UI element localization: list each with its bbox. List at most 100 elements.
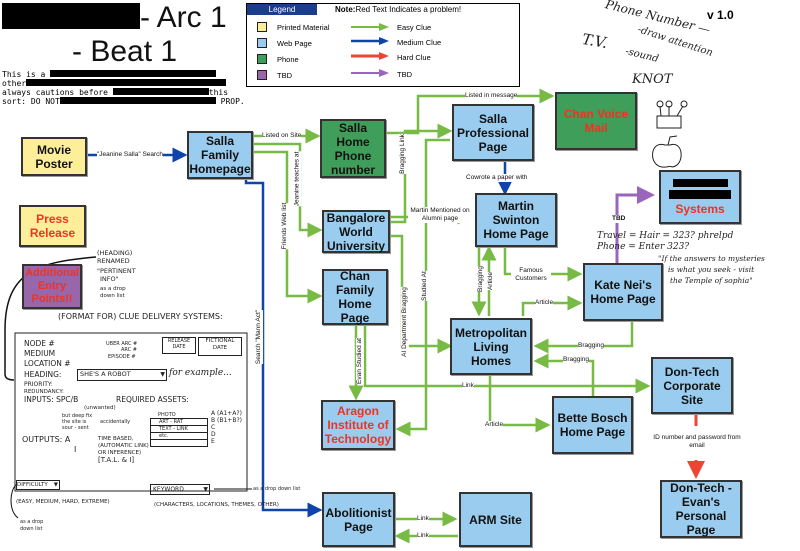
form-difficulty-note-2: down list	[20, 526, 43, 532]
label-search-mann-act: Search "Mann Act"	[255, 309, 264, 365]
form-episode: EPISODE #	[108, 354, 136, 360]
label-bragging-link: Bragging Link	[398, 134, 407, 174]
form-assets-table: PHOTO ART - RAT TEXT - LINK etc.	[150, 412, 208, 447]
note-heading-6: down list	[100, 293, 125, 299]
edge-metro-bette	[488, 375, 551, 433]
asset-letter: C	[211, 424, 216, 431]
asset-letter: B (B1+B?)	[211, 417, 242, 424]
asset-row: ART - RAT	[150, 418, 208, 426]
redacted-systems-2	[669, 189, 731, 199]
label-link-to-abolitionist: Link	[417, 532, 429, 540]
form-outputs: OUTPUTS: A	[22, 435, 71, 444]
note-kate-4: is what you seek - visit	[668, 265, 755, 274]
node-movie-poster[interactable]: Movie Poster	[21, 137, 87, 176]
node-bette-bosch[interactable]: Bette Bosch Home Page	[552, 396, 633, 454]
dropdown-arrow-icon: ▼	[53, 482, 58, 488]
form-keyword-note: as a drop down list	[253, 486, 301, 492]
note-heading-3: "PERTINENT	[97, 267, 136, 275]
form-inputs: INPUTS: SPC/B	[24, 395, 79, 404]
edge-alumni-professional	[424, 138, 450, 345]
time-based-line: [T.A.L. & I]	[98, 456, 135, 464]
label-jeanine-search: "Jeanine Salla" Search	[97, 151, 164, 159]
node-bangalore[interactable]: Bangalore World University	[322, 210, 390, 253]
node-dontech-evan[interactable]: Don-Tech - Evan's Personal Page	[660, 480, 742, 538]
node-arm-site[interactable]: ARM Site	[459, 492, 532, 547]
label-jeanine-teaches: Jeanine teaches at	[293, 151, 302, 207]
note-heading-2: RENAMED	[97, 257, 130, 265]
asset-letter: D	[211, 431, 216, 438]
node-additional-entry[interactable]: Additional Entry Points!!	[22, 264, 82, 309]
note-kate-5: the Temple of sophia"	[670, 276, 753, 285]
asset-row: TEXT - LINK	[150, 426, 208, 433]
node-systems[interactable]: Systems	[659, 170, 741, 224]
node-salla-phone[interactable]: Salla Home Phone number	[320, 119, 386, 178]
form-release-date[interactable]: RELEASE DATE	[162, 337, 196, 354]
form-keyword-dropdown[interactable]: KEYWORD ▼	[150, 484, 210, 495]
note-kate-3: "If the answers to mysteries	[658, 254, 765, 263]
label-id-password: ID number and password from email	[648, 434, 746, 450]
dropdown-arrow-icon: ▼	[203, 486, 208, 493]
node-metropolitan[interactable]: Metropolitan Living Homes	[450, 318, 532, 375]
form-heading-value: SHE'S A ROBOT	[80, 370, 131, 378]
label-martin-mentioned: Martin Mentioned on Alumni page	[408, 207, 472, 223]
label-friends-web-list: Friends Web list	[281, 202, 290, 250]
time-based-line: TIME BASED,	[98, 436, 134, 442]
node-aragon[interactable]: Aragon Institute of Technology	[321, 400, 395, 450]
keyword-label: KEYWORD	[153, 486, 184, 493]
note-heading-4: INFO"	[100, 275, 119, 283]
label-article-martin: Article	[487, 271, 496, 291]
form-difficulty-dropdown[interactable]: DIFFICULTY ▼	[16, 480, 60, 490]
node-abolitionist[interactable]: Abolitionist Page	[322, 492, 395, 547]
node-dontech-corp[interactable]: Don-Tech Corporate Site	[651, 357, 733, 414]
form-inputs-note-1: (unwanted)	[84, 405, 116, 411]
label-ai-dept-bragging: AI Department Bragging	[400, 287, 409, 357]
note-knot: KNOT	[632, 72, 673, 87]
node-press-release[interactable]: Press Release	[19, 205, 86, 247]
node-chan-family[interactable]: Chan Family Home Page	[322, 269, 388, 325]
node-salla-family[interactable]: Salla Family Homepage	[187, 131, 253, 179]
label-studied-at: Studied At	[420, 271, 429, 301]
form-heading-label: HEADING:	[24, 370, 62, 379]
label-bragging-martin: Bragging	[477, 265, 486, 293]
form-heading-dropdown[interactable]: SHE'S A ROBOT ▼	[77, 369, 167, 381]
time-based-line: (AUTOMATIC LINK)	[98, 443, 149, 449]
redacted-systems-1	[672, 178, 728, 187]
label-tbd: TBD	[612, 215, 626, 223]
node-salla-professional[interactable]: Salla Professional Page	[452, 104, 534, 161]
label-article-kate: Article	[535, 299, 554, 307]
note-kate-2: Phone = Enter 323?	[597, 242, 690, 252]
form-heading-example: for example...	[169, 368, 232, 378]
asset-letter: E	[211, 438, 215, 445]
label-listed-on-site: Listed on Site	[262, 132, 302, 140]
label-famous-customers: Famous Customers	[511, 267, 551, 283]
label-link-to-arm: Link	[417, 515, 429, 523]
form-node: NODE #	[24, 339, 55, 348]
form-required-assets: REQUIRED ASSETS:	[116, 395, 189, 404]
edge-bette-metro	[533, 353, 595, 398]
dropdown-arrow-icon: ▼	[160, 371, 165, 378]
form-keyword-options: (CHARACTERS, LOCATIONS, THEMES, OTHER)	[154, 502, 279, 508]
form-title: (FORMAT FOR) CLUE DELIVERY SYSTEMS:	[58, 312, 223, 321]
label-cowrote: Cowrote a paper with	[466, 174, 528, 182]
note-heading-1: (HEADING)	[97, 249, 133, 257]
form-inputs-note-4: sour - sent	[62, 425, 89, 431]
form-fictional-date[interactable]: FICTIONAL DATE	[198, 337, 242, 356]
form-difficulty-options: (EASY, MEDIUM, HARD, EXTREME)	[16, 499, 110, 505]
form-medium: MEDIUM	[24, 349, 56, 358]
form-inputs-note-5: accidentally	[100, 419, 131, 425]
node-chan-voicemail[interactable]: Chan Voice Mail	[555, 92, 637, 150]
label-evan-studied-at: Evan Studied at	[355, 338, 364, 384]
label-bragging-kate: Bragging	[578, 342, 605, 350]
form-asset-letters: A (A1+A?) B (B1+B?) C D E	[211, 410, 242, 445]
difficulty-label: DIFFICULTY	[17, 482, 48, 488]
doodle-crown	[656, 100, 688, 129]
asset-row	[150, 440, 208, 447]
label-listed-in-message: Listed in message	[465, 92, 518, 100]
form-outputs-second: I	[74, 445, 77, 454]
doodle-apple	[652, 135, 682, 168]
node-kate-nei[interactable]: Kate Nei's Home Page	[583, 263, 663, 321]
note-kate-1: Travel = Hair = 323? phrelpd	[597, 231, 734, 241]
asset-row: etc.	[150, 433, 208, 440]
label-article-bette: Article	[485, 421, 504, 429]
node-martin-swinton[interactable]: Martin Swinton Home Page	[475, 193, 557, 247]
